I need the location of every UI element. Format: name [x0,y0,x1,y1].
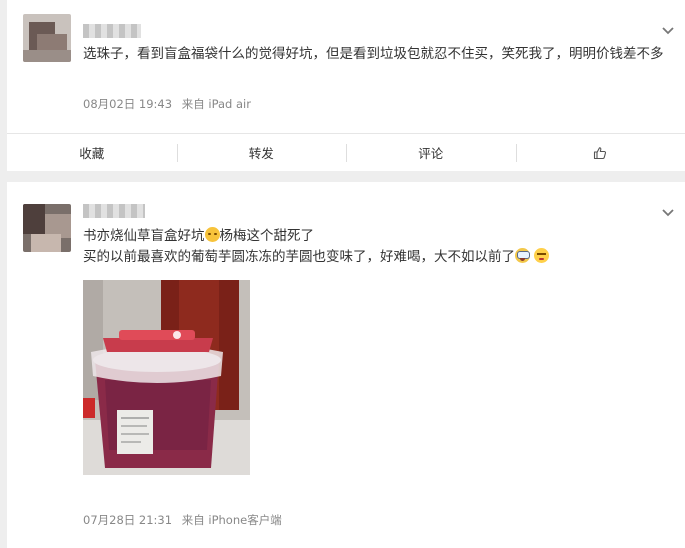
post-card: 选珠子，看到盲盒福袋什么的觉得好坑，但是看到垃圾包就忍不住买，笑死我了，明明价钱… [7,0,685,171]
comment-label: 评论 [418,146,444,161]
post-text-part-1: 书亦烧仙草盲盒好坑 [83,228,205,244]
collect-label: 收藏 [79,146,105,161]
post-text: 选珠子，看到盲盒福袋什么的觉得好坑，但是看到垃圾包就忍不住买，笑死我了，明明价钱… [83,46,664,62]
post-card: 书亦烧仙草盲盒好坑 杨梅这个甜死了 买的以前最喜欢的葡萄芋圆冻冻的芋圆也变味了，好… [7,182,685,548]
chevron-down-icon[interactable] [661,24,675,38]
collect-button[interactable]: 收藏 [7,134,177,171]
crying-emoji-icon [515,248,530,263]
post-text-part-2: 杨梅这个甜死了 [219,228,315,244]
post-meta: 08月02日 19:43 来自 iPad air [83,96,251,112]
chevron-down-icon[interactable] [661,206,675,220]
action-bar: 收藏 转发 评论 [7,133,685,171]
post-date[interactable]: 07月28日 21:31 [83,513,172,527]
repost-button[interactable]: 转发 [176,134,347,171]
post-text: 书亦烧仙草盲盒好坑 杨梅这个甜死了 买的以前最喜欢的葡萄芋圆冻冻的芋圆也变味了，好… [83,226,665,268]
blush-emoji-icon [204,227,220,242]
bubble-tea-cup-photo [83,280,250,475]
post-meta: 07月28日 21:31 来自 iPhone客户端 [83,512,282,528]
repost-label: 转发 [248,146,274,161]
username-blurred[interactable] [83,204,145,218]
like-button[interactable] [515,134,685,171]
smirk-emoji-icon [534,248,550,263]
post-text-part-3: 买的以前最喜欢的葡萄芋圆冻冻的芋圆也变味了，好难喝，大不如以前了 [83,249,515,265]
post-source: 来自 iPhone客户端 [181,513,282,527]
username-blurred[interactable] [83,24,141,38]
thumbs-up-icon [594,146,607,159]
avatar[interactable] [23,14,71,62]
post-photo[interactable] [83,280,250,475]
comment-button[interactable]: 评论 [346,134,516,171]
post-source: 来自 iPad air [181,97,251,111]
post-date[interactable]: 08月02日 19:43 [83,97,172,111]
avatar[interactable] [23,204,71,252]
